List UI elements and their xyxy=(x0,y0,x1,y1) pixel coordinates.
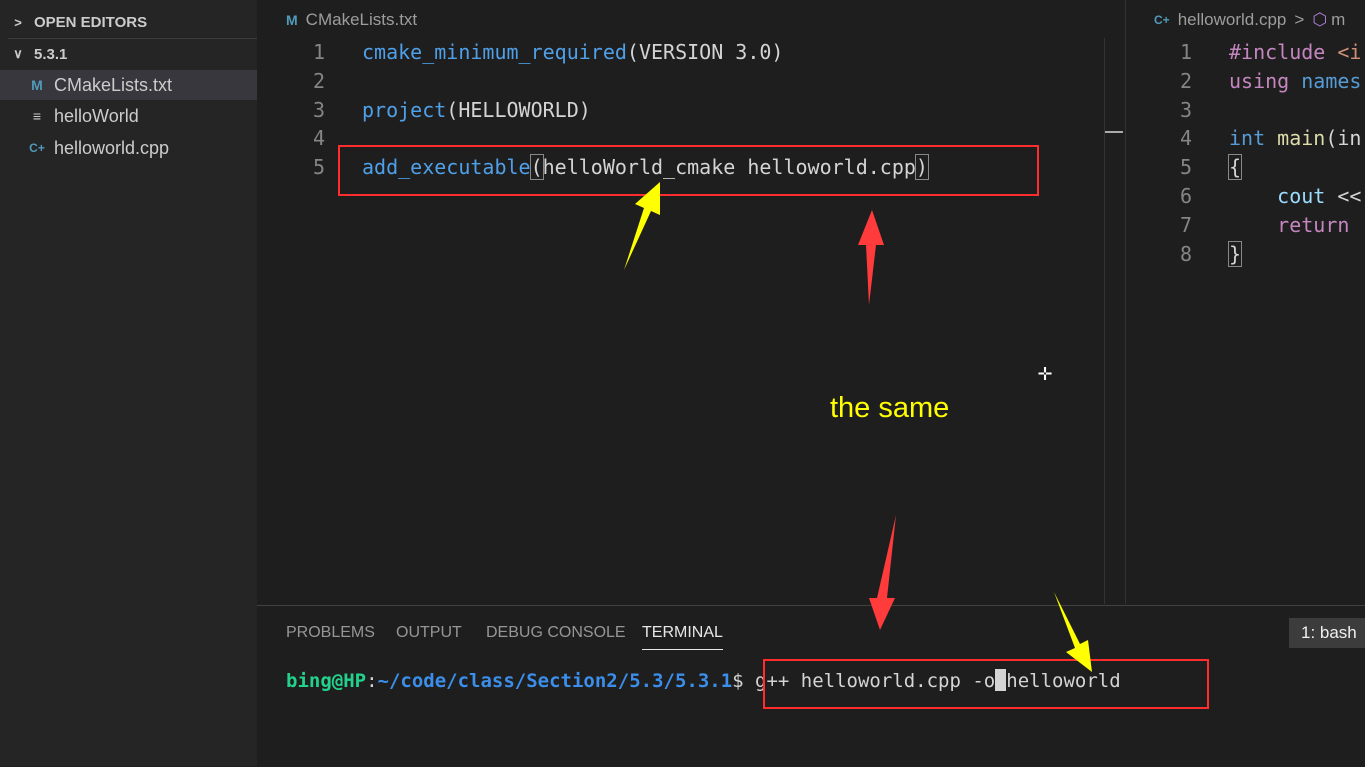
red-arrow xyxy=(869,515,896,630)
yellow-arrow xyxy=(624,182,660,270)
crosshair-cursor-icon: ✛ xyxy=(1037,364,1053,385)
red-arrow xyxy=(858,210,884,305)
yellow-arrow xyxy=(1054,592,1092,672)
annotation-arrows xyxy=(624,182,1092,672)
